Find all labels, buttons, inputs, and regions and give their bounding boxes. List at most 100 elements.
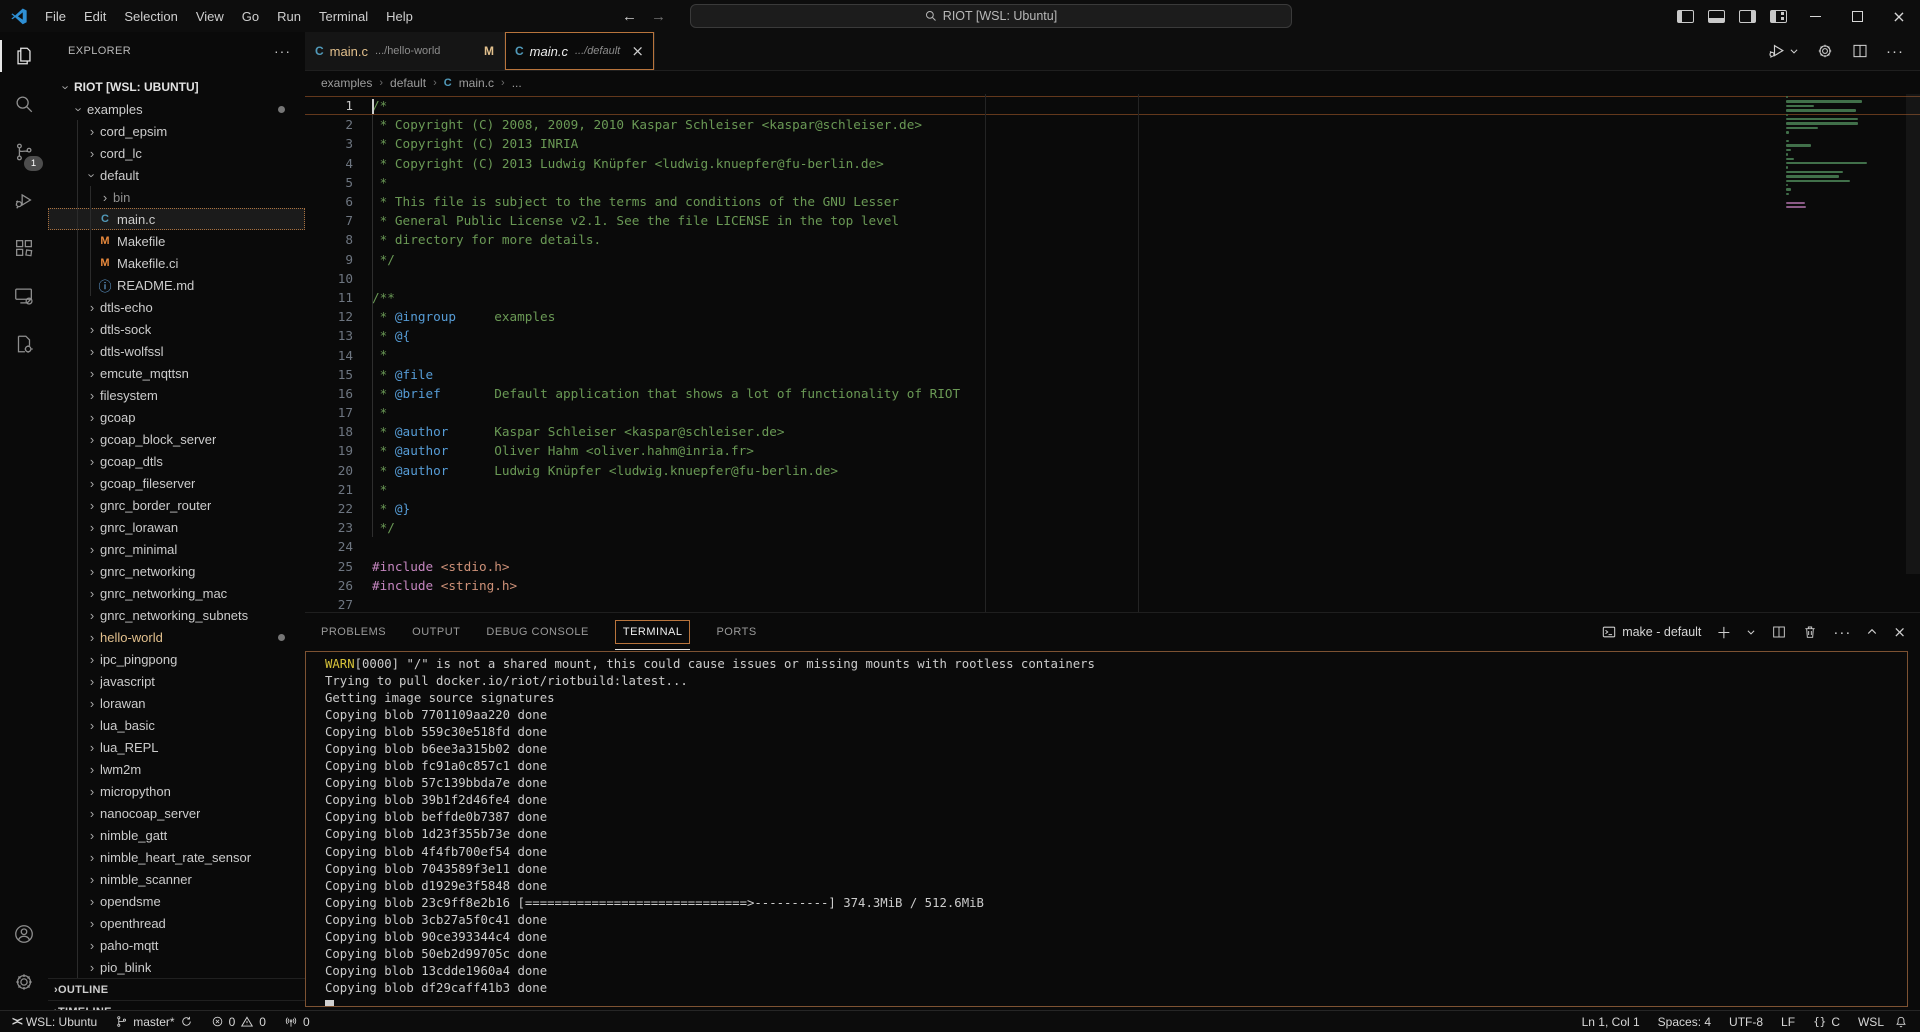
remote-explorer-icon[interactable] — [0, 272, 48, 320]
code-line-26[interactable]: 26#include <string.h> — [305, 576, 1920, 595]
tree-item-lorawan[interactable]: ›lorawan — [48, 692, 305, 714]
terminal-task-item[interactable]: make - default — [1602, 625, 1701, 639]
kill-terminal-trash-icon[interactable] — [1802, 624, 1818, 640]
run-and-debug-icon[interactable] — [0, 176, 48, 224]
more-actions-icon[interactable]: ··· — [1886, 43, 1904, 60]
tab-main-c-hello-world[interactable]: C main.c .../hello-world M — [305, 32, 505, 70]
code-line-19[interactable]: 19 * @author Oliver Hahm <oliver.hahm@in… — [305, 441, 1920, 460]
tree-item-gnrc-networking-subnets[interactable]: ›gnrc_networking_subnets — [48, 604, 305, 626]
code-line-6[interactable]: 6 * This file is subject to the terms an… — [305, 192, 1920, 211]
close-panel-icon[interactable]: × — [1893, 623, 1906, 641]
tree-item-gnrc-networking[interactable]: ›gnrc_networking — [48, 560, 305, 582]
toggle-sidebar-icon[interactable] — [1677, 10, 1694, 23]
tab-problems[interactable]: PROBLEMS — [321, 626, 386, 638]
tab-main-c-default[interactable]: C main.c .../default × — [505, 32, 655, 70]
menu-selection[interactable]: Selection — [115, 5, 186, 28]
tree-item-bin[interactable]: ›bin — [48, 186, 305, 208]
code-line-7[interactable]: 7 * General Public License v2.1. See the… — [305, 211, 1920, 230]
menu-view[interactable]: View — [187, 5, 233, 28]
breadcrumb-default[interactable]: default — [390, 76, 426, 90]
code-line-23[interactable]: 23 */ — [305, 518, 1920, 537]
makefile-tools-icon[interactable] — [0, 320, 48, 368]
breadcrumb-main-c[interactable]: main.c — [459, 76, 494, 90]
tree-item-gnrc-networking-mac[interactable]: ›gnrc_networking_mac — [48, 582, 305, 604]
code-line-21[interactable]: 21 * — [305, 480, 1920, 499]
encoding-item[interactable]: UTF-8 — [1729, 1015, 1763, 1029]
tab-terminal[interactable]: TERMINAL — [615, 620, 691, 644]
tree-item-gcoap-fileserver[interactable]: ›gcoap_fileserver — [48, 472, 305, 494]
tree-item-gcoap[interactable]: ›gcoap — [48, 406, 305, 428]
settings-gear-icon[interactable] — [0, 958, 48, 1006]
tree-item-pio-blink[interactable]: ›pio_blink — [48, 956, 305, 978]
code-line-18[interactable]: 18 * @author Kaspar Schleiser <kaspar@sc… — [305, 422, 1920, 441]
tree-item-paho-mqtt[interactable]: ›paho-mqtt — [48, 934, 305, 956]
tab-output[interactable]: OUTPUT — [412, 626, 460, 638]
tree-item-cord-lc[interactable]: ›cord_lc — [48, 142, 305, 164]
notifications-item[interactable] — [1894, 1015, 1908, 1029]
toggle-panel-icon[interactable] — [1708, 10, 1725, 23]
tree-item-gcoap-dtls[interactable]: ›gcoap_dtls — [48, 450, 305, 472]
breadcrumb-symbol[interactable]: ... — [512, 76, 522, 90]
tree-item-emcute-mqttsn[interactable]: ›emcute_mqttsn — [48, 362, 305, 384]
customize-layout-icon[interactable] — [1770, 10, 1787, 23]
menu-help[interactable]: Help — [377, 5, 422, 28]
code-line-11[interactable]: 11/** — [305, 288, 1920, 307]
code-line-17[interactable]: 17 * — [305, 403, 1920, 422]
code-line-14[interactable]: 14 * — [305, 345, 1920, 364]
tree-item-riot-wsl-ubuntu-[interactable]: ›RIOT [WSL: UBUNTU] — [48, 76, 305, 98]
new-terminal-icon[interactable]: ＋ — [1716, 622, 1731, 643]
run-c-file-icon[interactable] — [1767, 41, 1799, 61]
menu-go[interactable]: Go — [233, 5, 268, 28]
tree-item-gnrc-border-router[interactable]: ›gnrc_border_router — [48, 494, 305, 516]
code-line-20[interactable]: 20 * @author Ludwig Knüpfer <ludwig.knue… — [305, 461, 1920, 480]
tree-item-lua-repl[interactable]: ›lua_REPL — [48, 736, 305, 758]
cursor-position-item[interactable]: Ln 1, Col 1 — [1582, 1015, 1640, 1029]
tree-item-gnrc-minimal[interactable]: ›gnrc_minimal — [48, 538, 305, 560]
menu-edit[interactable]: Edit — [75, 5, 115, 28]
tree-item-filesystem[interactable]: ›filesystem — [48, 384, 305, 406]
code-line-25[interactable]: 25#include <stdio.h> — [305, 557, 1920, 576]
panel-more-actions-icon[interactable]: ··· — [1833, 624, 1851, 641]
breadcrumb-examples[interactable]: examples — [321, 76, 372, 90]
code-line-3[interactable]: 3 * Copyright (C) 2013 INRIA — [305, 134, 1920, 153]
timeline-section[interactable]: › TIMELINE — [48, 1000, 305, 1010]
extensions-icon[interactable] — [0, 224, 48, 272]
back-arrow-icon[interactable]: ← — [622, 8, 637, 25]
language-mode-item[interactable]: {} C — [1813, 1015, 1840, 1029]
tree-item-lua-basic[interactable]: ›lua_basic — [48, 714, 305, 736]
close-tab-icon[interactable]: × — [631, 42, 644, 60]
tree-item-makefile-ci[interactable]: MMakefile.ci — [48, 252, 305, 274]
tree-item-cord-epsim[interactable]: ›cord_epsim — [48, 120, 305, 142]
tab-ports[interactable]: PORTS — [716, 626, 756, 638]
terminal-output[interactable]: WARN[0000] "/" is not a shared mount, th… — [305, 651, 1908, 1007]
menu-run[interactable]: Run — [268, 5, 310, 28]
tree-item-openthread[interactable]: ›openthread — [48, 912, 305, 934]
code-line-24[interactable]: 24 — [305, 537, 1920, 556]
forwarded-ports-item[interactable]: 0 — [284, 1015, 310, 1029]
code-editor[interactable]: 1/*2 * Copyright (C) 2008, 2009, 2010 Ka… — [305, 94, 1920, 612]
explorer-icon[interactable] — [0, 32, 48, 80]
git-branch-item[interactable]: master* — [115, 1015, 192, 1029]
eol-item[interactable]: LF — [1781, 1015, 1795, 1029]
tree-item-examples[interactable]: ›examples — [48, 98, 305, 120]
tree-item-nimble-heart-rate-sensor[interactable]: ›nimble_heart_rate_sensor — [48, 846, 305, 868]
tree-item-ipc-pingpong[interactable]: ›ipc_pingpong — [48, 648, 305, 670]
toggle-secondary-sidebar-icon[interactable] — [1739, 10, 1756, 23]
code-line-22[interactable]: 22 * @} — [305, 499, 1920, 518]
tree-item-default[interactable]: ›default — [48, 164, 305, 186]
code-line-2[interactable]: 2 * Copyright (C) 2008, 2009, 2010 Kaspa… — [305, 115, 1920, 134]
accounts-icon[interactable] — [0, 910, 48, 958]
menu-file[interactable]: File — [36, 5, 75, 28]
launch-profile-chevron-icon[interactable] — [1746, 627, 1756, 637]
outline-section[interactable]: › OUTLINE — [48, 978, 305, 1001]
tree-item-main-c[interactable]: Cmain.c — [48, 208, 305, 230]
code-line-1[interactable]: 1/* — [305, 96, 1920, 115]
code-line-9[interactable]: 9 */ — [305, 250, 1920, 269]
tree-item-opendsme[interactable]: ›opendsme — [48, 890, 305, 912]
tree-item-dtls-sock[interactable]: ›dtls-sock — [48, 318, 305, 340]
configure-gear-icon[interactable] — [1816, 42, 1834, 60]
problems-item[interactable]: 0 0 — [211, 1015, 266, 1029]
split-terminal-icon[interactable] — [1771, 624, 1787, 640]
tab-debug-console[interactable]: DEBUG CONSOLE — [486, 626, 588, 638]
tree-item-javascript[interactable]: ›javascript — [48, 670, 305, 692]
